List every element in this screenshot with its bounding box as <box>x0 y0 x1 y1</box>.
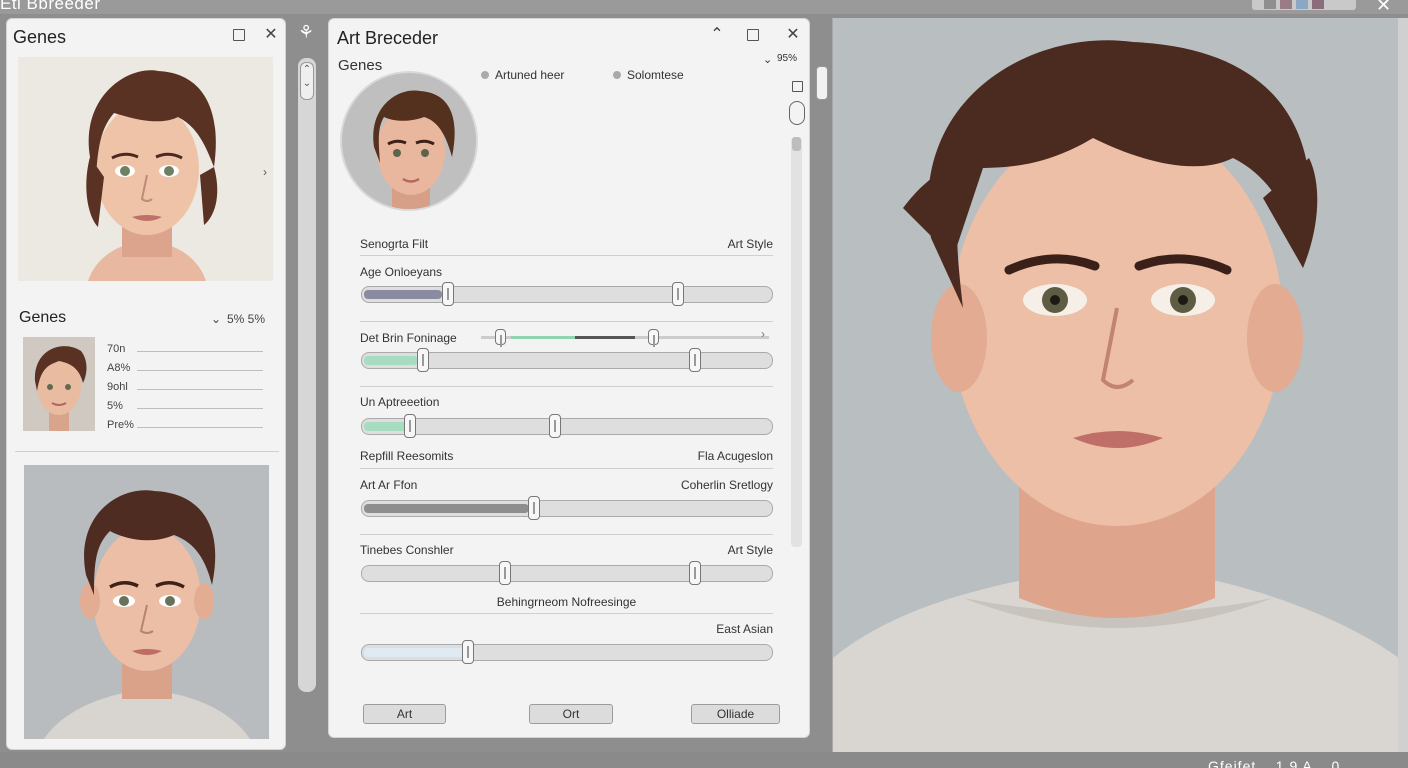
mini-slider-range <box>575 336 635 339</box>
chevron-right-icon[interactable]: › <box>263 165 267 179</box>
slider-fill <box>364 648 468 657</box>
status-bar <box>0 752 1408 768</box>
portrait-result[interactable] <box>24 465 269 739</box>
slider-thumb[interactable] <box>548 414 561 438</box>
slider-thumb[interactable] <box>688 348 701 372</box>
olliade-button[interactable]: Olliade <box>691 704 780 724</box>
color-swatches <box>1252 0 1356 10</box>
chevron-down-icon[interactable]: ⌄ <box>763 53 772 66</box>
status-text: Gfeifet .. 1 9 A .. 0 .. <box>1208 758 1355 768</box>
slider-fill <box>364 290 443 299</box>
ort-button[interactable]: Ort <box>529 704 613 724</box>
caption: Behingrneom Nofreesinge <box>496 595 637 609</box>
portrait-image <box>86 70 218 281</box>
divider <box>360 321 773 322</box>
slider-fill <box>364 356 418 365</box>
slider-track[interactable] <box>361 500 773 517</box>
art-button[interactable]: Art <box>363 704 446 724</box>
divider <box>360 255 773 256</box>
slider-label: Det Brin Foninage <box>360 331 457 345</box>
scrollbar-thumb[interactable] <box>792 137 801 151</box>
divider <box>15 451 279 452</box>
panel-title: Art Breceder <box>337 28 439 48</box>
resize-handle[interactable] <box>816 66 828 100</box>
slider-label: Age Onloeyans <box>360 265 443 279</box>
slider-track[interactable] <box>361 286 773 303</box>
slider-thumb[interactable] <box>416 348 429 372</box>
gene-row: 70n <box>107 343 263 359</box>
radio-icon[interactable] <box>481 71 489 79</box>
slider-right-label: East Asian <box>716 622 773 636</box>
gene-row: A8% <box>107 362 263 378</box>
scrollbar[interactable] <box>791 137 802 547</box>
genes-section-value: 5% 5% <box>227 312 266 326</box>
radio-option[interactable]: Artuned heer <box>481 68 564 82</box>
avatar[interactable] <box>340 71 478 211</box>
slider-label: Tinebes Conshler <box>360 543 454 557</box>
mini-slider-fill <box>511 336 575 339</box>
slider-right-label: Coherlin Sretlogy <box>680 478 773 492</box>
gene-row: 5% <box>107 400 263 416</box>
slider-track[interactable] <box>361 644 773 661</box>
genes-section-title: Genes <box>19 309 67 326</box>
thumbnail-image <box>34 346 87 431</box>
slider-thumb[interactable] <box>499 561 512 585</box>
portrait-result-image <box>44 490 250 739</box>
slider-fill <box>364 422 410 431</box>
divider <box>360 534 773 535</box>
slider-label: Un Aptreeetion <box>360 395 440 409</box>
slider-thumb[interactable] <box>528 496 541 520</box>
slider-thumb[interactable] <box>441 282 454 306</box>
radio-option[interactable]: Solomtese <box>613 68 684 82</box>
avatar-image <box>373 90 455 209</box>
divider <box>360 468 773 469</box>
zoom-value: 95% <box>777 53 798 64</box>
slider-thumb[interactable] <box>672 282 685 306</box>
slider-fill <box>364 504 529 513</box>
slider-thumb[interactable] <box>404 414 417 438</box>
title-bar <box>0 0 1408 14</box>
chevron-up-icon[interactable]: ⌃ <box>709 27 725 43</box>
maximize-icon[interactable] <box>233 29 245 41</box>
gene-row: Pre% <box>107 419 263 435</box>
section-right-label: Fla Acugeslon <box>697 449 773 463</box>
slider-track[interactable] <box>361 418 773 435</box>
thumbnail-portrait[interactable] <box>23 337 95 431</box>
maximize-icon[interactable] <box>747 29 759 41</box>
divider <box>360 386 773 387</box>
divider <box>360 613 773 614</box>
wand-icon[interactable]: ⚘ <box>298 22 314 43</box>
close-icon[interactable]: ✕ <box>785 27 801 43</box>
splitter-handle[interactable]: ⌃ ⌄ <box>300 62 314 100</box>
mini-slider-thumb[interactable] <box>648 329 660 347</box>
genes-panel: Genes ✕ › Genes ⌄ 5% 5% 70n A8% 9ohl 5% … <box>6 18 286 750</box>
slider-track[interactable] <box>361 565 773 582</box>
gene-row: 9ohl <box>107 381 263 397</box>
mini-slider-thumb[interactable] <box>495 329 507 347</box>
app-title: Eti Bbreeder <box>0 0 101 13</box>
art-breeder-panel: Art Breceder ⌃ ✕ Genes ⌄ 95% Artuned hee… <box>328 18 810 738</box>
arrow-right-icon: › <box>761 327 765 341</box>
genes-label: Genes <box>338 57 383 74</box>
lasso-icon[interactable] <box>789 101 805 125</box>
close-icon[interactable]: ✕ <box>263 27 279 43</box>
radio-icon[interactable] <box>613 71 621 79</box>
section-left-label: Repfill Reesomits <box>360 449 454 463</box>
close-icon[interactable]: ✕ <box>1376 0 1391 16</box>
slider-label: Art Ar Ffon <box>360 478 418 492</box>
scrollbar[interactable] <box>1398 18 1408 752</box>
panel-title: Genes <box>13 27 67 47</box>
generated-portrait[interactable] <box>832 18 1398 752</box>
slider-right-label: Art Style <box>727 543 773 557</box>
generated-portrait-image <box>833 40 1398 752</box>
mini-slider[interactable] <box>481 336 769 339</box>
section-left-label: Senogrta Filt <box>360 237 429 251</box>
slider-thumb[interactable] <box>688 561 701 585</box>
square-icon[interactable] <box>792 81 803 92</box>
section-right-label: Art Style <box>727 237 773 251</box>
portrait-preview[interactable] <box>18 57 273 281</box>
slider-thumb[interactable] <box>462 640 475 664</box>
chevron-down-icon[interactable]: ⌄ <box>211 312 221 326</box>
panel-splitter[interactable]: ⌃ ⌄ <box>298 58 316 692</box>
